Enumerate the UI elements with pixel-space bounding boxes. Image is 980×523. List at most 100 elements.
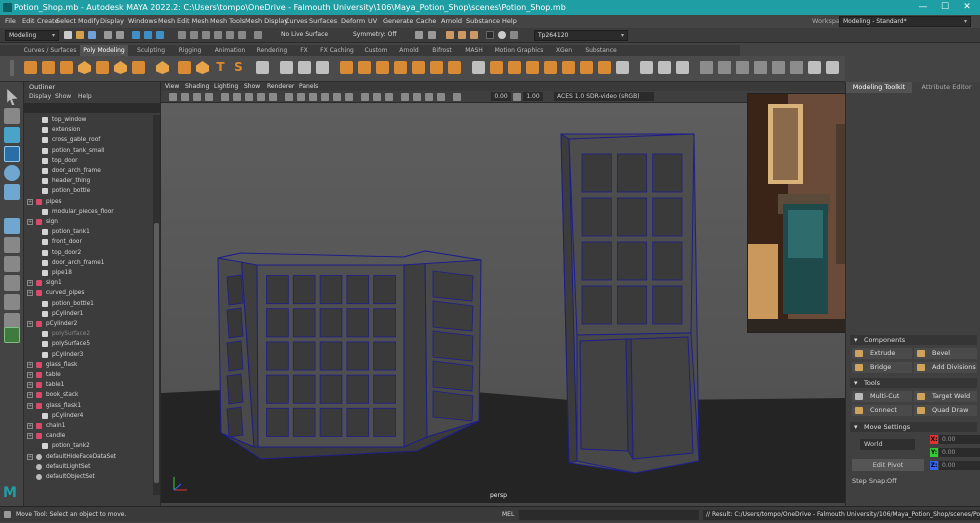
outliner-item[interactable]: + glass_flask (24, 360, 153, 370)
menu-uv[interactable]: UV (368, 15, 377, 28)
shadows-icon[interactable] (345, 93, 353, 101)
menu-generate[interactable]: Generate (383, 15, 413, 28)
outliner-item[interactable]: + chain1 (24, 421, 153, 431)
wireframe-icon[interactable] (285, 93, 293, 101)
layout-side-icon[interactable] (4, 275, 20, 291)
viewport-scene[interactable]: persp (161, 103, 845, 503)
outliner-item[interactable]: modular_pieces_floor (24, 207, 153, 217)
isolate-select-icon[interactable] (401, 93, 409, 101)
boolean-union-icon[interactable] (340, 61, 353, 74)
outliner-item[interactable]: + pipes (24, 197, 153, 207)
outliner-menu-help[interactable]: Help (78, 92, 92, 101)
step-snap-dropdown[interactable]: Off (884, 476, 914, 486)
ipr-render-icon[interactable] (458, 31, 466, 39)
components-section-header[interactable]: Components (850, 335, 977, 345)
expand-icon[interactable]: + (27, 280, 33, 287)
shelf-tab-fx-caching[interactable]: FX Caching (316, 45, 358, 56)
target-weld-icon[interactable] (490, 61, 503, 74)
menu-substance[interactable]: Substance (466, 15, 500, 28)
poly-disc-icon[interactable] (132, 61, 145, 74)
connect-icon[interactable] (508, 61, 521, 74)
menu-deform[interactable]: Deform (341, 15, 365, 28)
expand-icon[interactable]: + (27, 290, 33, 297)
edge-loop-icon[interactable] (544, 61, 557, 74)
exposure-icon[interactable] (453, 93, 461, 101)
anti-alias-icon[interactable] (385, 93, 393, 101)
bookmark-icon[interactable] (193, 93, 201, 101)
separate-icon[interactable] (280, 61, 293, 74)
snap-curve-icon[interactable] (190, 31, 198, 39)
snap-point-icon[interactable] (202, 31, 210, 39)
layout-stack-icon[interactable] (4, 294, 20, 310)
wire-on-shaded-icon[interactable] (309, 93, 317, 101)
bevel-icon[interactable] (430, 61, 443, 74)
outliner-item[interactable]: pipe18 (24, 268, 153, 278)
paint-select-icon[interactable] (4, 127, 20, 143)
snap-plane-icon[interactable] (214, 31, 222, 39)
menu-surfaces[interactable]: Surfaces (309, 15, 337, 28)
shelf-tab-animation[interactable]: Animation (210, 45, 250, 56)
menu-mesh[interactable]: Mesh (158, 15, 175, 28)
last-tool-icon[interactable] (4, 218, 20, 234)
outliner-item[interactable]: top_door2 (24, 248, 153, 258)
randomize-icon[interactable] (808, 61, 821, 74)
live-surface-field[interactable]: No Live Surface (278, 30, 340, 41)
offset-loop-icon[interactable] (562, 61, 575, 74)
live-surface-icon[interactable] (254, 31, 262, 39)
menu-mesh-display[interactable]: Mesh Display (245, 15, 288, 28)
outliner-item[interactable]: defaultLightSet (24, 462, 153, 472)
xray-joints-icon[interactable] (425, 93, 433, 101)
expand-icon[interactable]: + (27, 392, 33, 399)
motion-blur-icon[interactable] (373, 93, 381, 101)
symmetry-field[interactable]: Symmetry: Off (350, 30, 408, 41)
tab-modeling-toolkit[interactable]: Modeling Toolkit (846, 82, 912, 93)
field-chart-icon[interactable] (269, 93, 277, 101)
arnold-render-icon[interactable] (486, 31, 494, 39)
outliner-item[interactable]: + curved_pipes (24, 288, 153, 298)
user-dropdown[interactable]: Tp264120 ▾ (534, 30, 628, 41)
shelf-tab-xgen[interactable]: XGen (550, 45, 578, 56)
outliner-item[interactable]: + book_stack (24, 390, 153, 400)
poly-torus-icon[interactable] (96, 61, 109, 74)
minimize-button[interactable]: — (912, 0, 934, 15)
outliner-item[interactable]: + pCylinder2 (24, 319, 153, 329)
poly-cylinder-icon[interactable] (60, 61, 73, 74)
outliner-item[interactable]: + sign1 (24, 278, 153, 288)
outliner-item[interactable]: + defaultHideFaceDataSet (24, 452, 153, 462)
smooth-shade-icon[interactable] (297, 93, 305, 101)
ambient-occlusion-icon[interactable] (361, 93, 369, 101)
rotate-tool-icon[interactable] (4, 165, 20, 181)
shelf-tab-rendering[interactable]: Rendering (252, 45, 292, 56)
multi-cut-button[interactable]: Multi-Cut (852, 391, 912, 402)
outliner-search-input[interactable] (24, 103, 161, 113)
command-line-input[interactable] (519, 510, 699, 520)
layout-four-icon[interactable] (4, 256, 20, 272)
open-scene-icon[interactable] (76, 31, 84, 39)
smooth-icon[interactable] (298, 61, 311, 74)
crease-icon[interactable] (616, 61, 629, 74)
lights-icon[interactable] (333, 93, 341, 101)
shelf-tab-rigging[interactable]: Rigging (172, 45, 208, 56)
platonic-solid-icon[interactable] (156, 61, 169, 74)
outliner-scroll-thumb[interactable] (154, 223, 159, 483)
menu-help[interactable]: Help (502, 15, 517, 28)
colorspace-dropdown[interactable]: ACES 1.0 SDR-video (sRGB) (554, 92, 654, 101)
vp-menu-lighting[interactable]: Lighting (214, 82, 238, 91)
connect-button[interactable]: Connect (852, 405, 912, 416)
menu-file[interactable]: File (5, 15, 16, 28)
shelf-menu-icon[interactable] (10, 60, 14, 76)
sign-in-icon[interactable] (510, 31, 518, 39)
target-weld-button[interactable]: Target Weld (914, 391, 977, 402)
snap-grid-icon[interactable] (178, 31, 186, 39)
outliner-item[interactable]: potion_tank_small (24, 146, 153, 156)
bridge-button[interactable]: Bridge (852, 362, 912, 373)
vp-menu-view[interactable]: View (165, 82, 179, 91)
shelf-tab-fx[interactable]: FX (292, 45, 316, 56)
outliner-item[interactable]: pCylinder4 (24, 411, 153, 421)
select-tool-icon[interactable] (7, 89, 18, 105)
outliner-item[interactable]: top_door (24, 156, 153, 166)
menu-cache[interactable]: Cache (416, 15, 436, 28)
construction-history-icon[interactable] (428, 31, 436, 39)
tab-attribute-editor[interactable]: Attribute Editor (912, 82, 980, 93)
workspace-dropdown[interactable]: Modeling - Standard* ▾ (839, 16, 971, 27)
